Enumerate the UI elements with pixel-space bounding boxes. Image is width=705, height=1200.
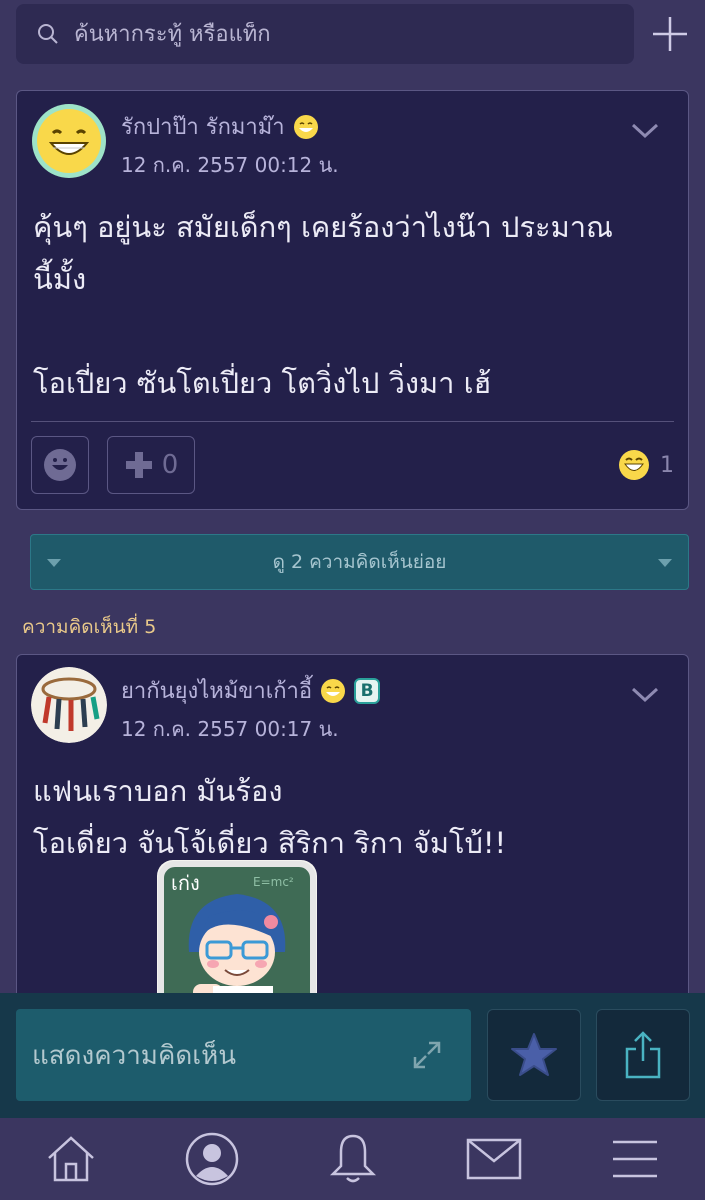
share-button[interactable] [596, 1009, 690, 1101]
view-subcomments-button[interactable]: ดู 2 ความคิดเห็นย่อย [30, 534, 689, 590]
comment-line: คุ้นๆ อยู่นะ สมัยเด็กๆ เคยร้องว่าไงน๊า ป… [33, 210, 613, 244]
chevron-down-icon[interactable] [630, 685, 660, 705]
tab-menu[interactable] [600, 1124, 670, 1194]
comment-line: โอเดี่ยว จันโจ้เดี่ยว สิริกา ริกา จัมโบ้… [33, 826, 507, 860]
search-input[interactable] [74, 21, 594, 47]
bell-icon [329, 1134, 376, 1183]
avatar[interactable] [31, 667, 107, 743]
smiley-icon [293, 114, 318, 139]
comment-body: แฟนเราบอก มันร้อง โอเดี่ยว จันโจ้เดี่ยว … [33, 765, 673, 869]
share-icon [625, 1031, 661, 1079]
plus-vote-icon [125, 452, 152, 478]
menu-icon [612, 1140, 657, 1178]
compose-bar: แสดงความคิดเห็น [0, 993, 705, 1118]
tab-bar [0, 1118, 705, 1200]
comment-number-label: ความคิดเห็นที่ 5 [22, 616, 157, 638]
vote-count: 0 [161, 450, 179, 480]
reaction-count: 1 [660, 452, 674, 478]
tab-profile[interactable] [177, 1124, 247, 1194]
smiley-icon [321, 678, 346, 703]
smiley-icon [44, 449, 76, 481]
plus-vote-button[interactable]: 0 [107, 436, 195, 494]
expand-icon[interactable] [411, 1039, 443, 1071]
badge-icon: B [354, 677, 381, 704]
comment-line: นี้มั้ง [33, 262, 87, 296]
divider [31, 421, 674, 422]
author-link[interactable]: รักปาป๊า รักมาม๊า [121, 109, 285, 144]
star-icon [511, 1033, 557, 1076]
plus-icon[interactable] [650, 14, 690, 54]
laughing-icon [619, 450, 649, 480]
comment-date: 12 ก.ค. 2557 00:17 น. [121, 717, 339, 741]
tab-notifications[interactable] [318, 1124, 388, 1194]
tab-messages[interactable] [459, 1124, 529, 1194]
search-box[interactable] [16, 4, 634, 64]
author-link[interactable]: ยากันยุงไหม้ขาเก้าอี้ [121, 673, 312, 708]
smiley-avatar-icon [32, 104, 106, 178]
sticker-label: เก่ง [171, 871, 200, 895]
comment-line: โอเปี่ยว ซันโตเปี่ยว โตวิ่งไป วิ่งมา เฮ้ [33, 366, 492, 400]
favorite-button[interactable] [487, 1009, 581, 1101]
author-name[interactable]: ยากันยุงไหม้ขาเก้าอี้ B [121, 673, 381, 708]
reaction-summary[interactable]: 1 [618, 449, 674, 481]
triangle-down-icon [47, 559, 61, 567]
comment-body: คุ้นๆ อยู่นะ สมัยเด็กๆ เคยร้องว่าไงน๊า ป… [33, 201, 673, 409]
dreamcatcher-avatar-icon [31, 667, 107, 743]
comment-card: รักปาป๊า รักมาม๊า 12 ก.ค. 2557 00:12 น. … [16, 90, 689, 510]
comment-line: แฟนเราบอก มันร้อง [33, 774, 283, 808]
comment-input[interactable]: แสดงความคิดเห็น [16, 1009, 471, 1101]
react-button[interactable] [31, 436, 89, 494]
sticker-formula: E=mc² [253, 875, 294, 889]
author-name[interactable]: รักปาป๊า รักมาม๊า [121, 109, 319, 144]
comment-card: ยากันยุงไหม้ขาเก้าอี้ B 12 ก.ค. 2557 00:… [16, 654, 689, 1020]
search-icon [38, 24, 58, 44]
profile-icon [185, 1132, 238, 1186]
chevron-down-icon[interactable] [630, 121, 660, 141]
comment-placeholder: แสดงความคิดเห็น [32, 1040, 237, 1071]
avatar[interactable] [31, 103, 107, 179]
subcomments-label: ดู 2 ความคิดเห็นย่อย [272, 551, 447, 573]
tab-home[interactable] [36, 1124, 106, 1194]
comment-date: 12 ก.ค. 2557 00:12 น. [121, 153, 339, 177]
mail-icon [466, 1138, 521, 1180]
triangle-down-icon [658, 559, 672, 567]
home-icon [47, 1136, 94, 1182]
top-bar [0, 0, 705, 78]
